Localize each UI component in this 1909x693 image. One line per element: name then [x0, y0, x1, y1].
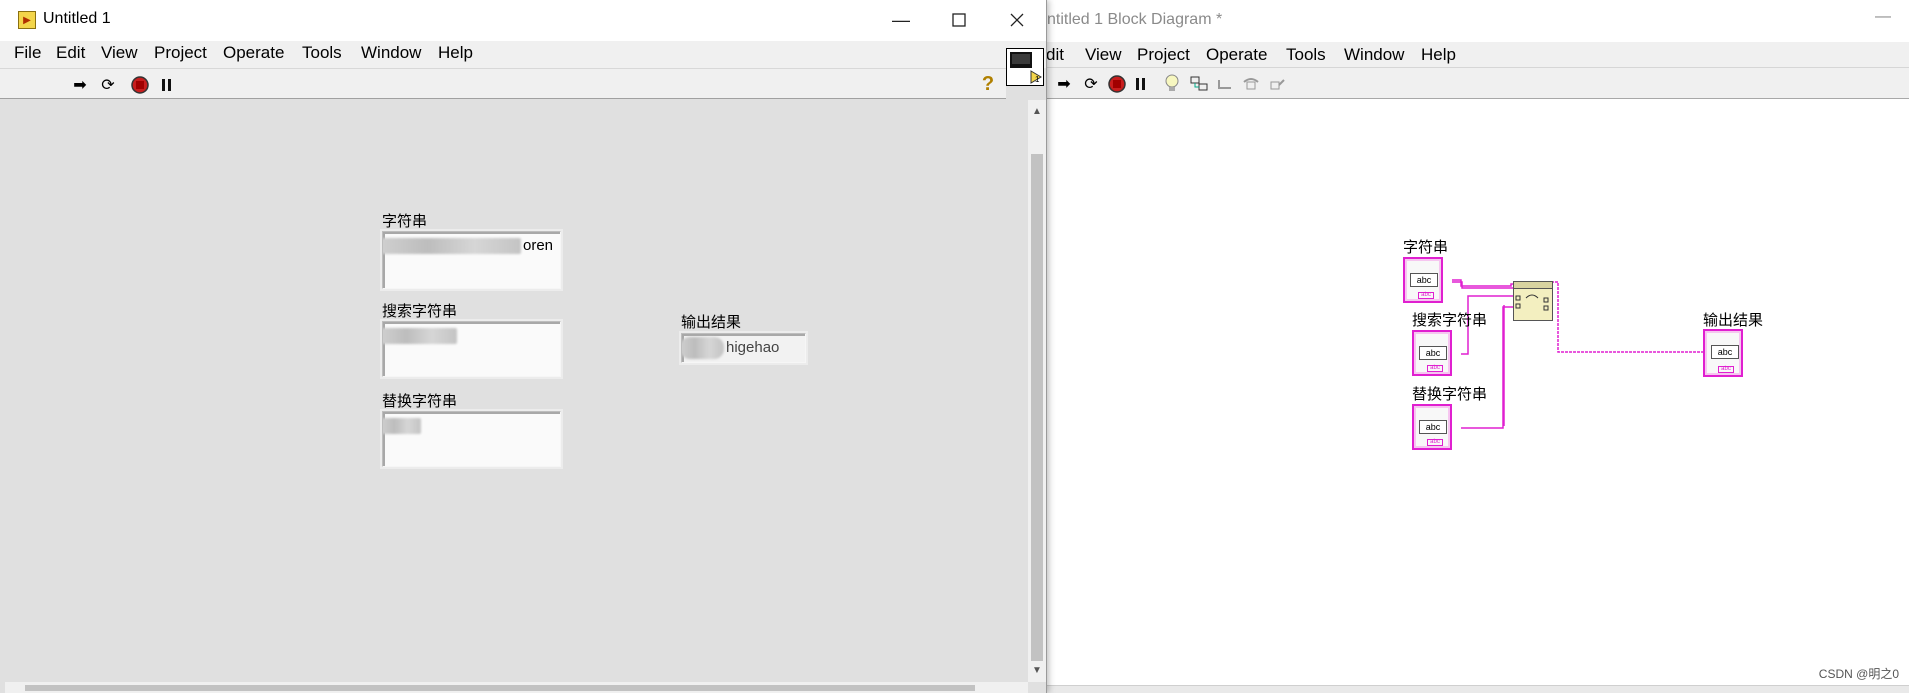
menu-operate[interactable]: Operate — [223, 43, 284, 63]
step-out-icon[interactable] — [1266, 73, 1290, 95]
bd-menu-tools[interactable]: Tools — [1286, 45, 1326, 65]
bd-terminal-foot: abc — [1718, 366, 1734, 373]
bd-menu-view[interactable]: View — [1085, 45, 1122, 65]
bd-terminal-foot: abc — [1418, 292, 1434, 299]
label-replace-string: 替换字符串 — [382, 393, 458, 410]
menu-project[interactable]: Project — [154, 43, 207, 63]
bd-menu-operate[interactable]: Operate — [1206, 45, 1267, 65]
bd-menu-help[interactable]: Help — [1421, 45, 1456, 65]
bd-terminal-foot: abc — [1427, 365, 1443, 372]
bd-label-search-string: 搜索字符串 — [1412, 312, 1488, 329]
bd-minimize-icon[interactable]: — — [1875, 8, 1895, 28]
output-indicator-value: higehao — [726, 339, 780, 356]
maximize-icon[interactable] — [936, 4, 982, 36]
highlight-execution-icon[interactable] — [1160, 72, 1184, 94]
abort-icon[interactable] — [128, 74, 152, 96]
string-control-value: oren — [523, 237, 554, 254]
bd-menu-window[interactable]: Window — [1344, 45, 1404, 65]
step-into-icon[interactable] — [1214, 73, 1238, 95]
bd-terminal-foot: abc — [1427, 439, 1443, 446]
bd-terminal-type: abc — [1419, 420, 1447, 434]
bd-bottom-scrollbar[interactable] — [1041, 685, 1909, 693]
front-panel-canvas[interactable]: 字符串 oren 搜索字符串 替换字符串 输出结果 higehao — [5, 100, 1028, 683]
fp-horizontal-scroll-thumb[interactable] — [25, 685, 975, 691]
menu-window[interactable]: Window — [361, 43, 421, 63]
fp-titlebar[interactable]: ▶ Untitled 1 — — [0, 0, 1046, 41]
menu-tools[interactable]: Tools — [302, 43, 342, 63]
desktop: ntitled 1 Block Diagram * — dit View Pro… — [0, 0, 1909, 693]
bd-toolbar: ➡ ⟳ — [1041, 68, 1909, 99]
bd-terminal-type: abc — [1419, 346, 1447, 360]
label-string: 字符串 — [382, 213, 428, 230]
menu-help[interactable]: Help — [438, 43, 473, 63]
redacted-text — [383, 328, 457, 344]
fp-horizontal-scrollbar[interactable] — [5, 682, 1028, 693]
bd-terminal-string[interactable]: abc abc — [1403, 257, 1443, 303]
menu-edit[interactable]: Edit — [56, 43, 85, 63]
output-indicator: higehao — [681, 333, 806, 363]
vi-connector-icon[interactable]: 1 — [1006, 48, 1044, 86]
string-control[interactable]: oren — [382, 231, 561, 289]
fp-window-title: Untitled 1 — [43, 10, 111, 27]
bd-menu-project[interactable]: Project — [1137, 45, 1190, 65]
bd-window-title: ntitled 1 Block Diagram * — [1047, 11, 1223, 28]
scroll-down-icon[interactable]: ▼ — [1032, 665, 1042, 676]
close-icon[interactable] — [994, 4, 1040, 36]
labview-vi-icon: ▶ — [18, 11, 36, 29]
pause-icon[interactable] — [155, 74, 179, 96]
bd-terminal-replace-string[interactable]: abc abc — [1412, 404, 1452, 450]
bd-terminal-type: abc — [1410, 273, 1438, 287]
search-replace-function-node[interactable] — [1513, 281, 1553, 321]
block-diagram-canvas[interactable]: 字符串 abc abc 搜索字符串 abc abc 替换字符串 abc abc — [1041, 100, 1909, 685]
watermark: CSDN @明之0 — [1818, 667, 1899, 681]
svg-text:1: 1 — [1035, 75, 1040, 84]
scroll-up-icon[interactable]: ▲ — [1032, 106, 1042, 117]
label-output: 输出结果 — [681, 314, 742, 331]
bd-terminal-output[interactable]: abc abc — [1703, 329, 1743, 377]
bd-label-output: 输出结果 — [1703, 312, 1764, 329]
node-glyph-icon — [1515, 294, 1549, 311]
step-over-icon[interactable] — [1240, 73, 1264, 95]
bd-menu-edit[interactable]: dit — [1046, 45, 1064, 65]
run-continuously-icon[interactable]: ⟳ — [96, 74, 120, 96]
label-search-string: 搜索字符串 — [382, 303, 458, 320]
bd-label-string: 字符串 — [1403, 239, 1449, 256]
run-continuously-icon[interactable]: ⟳ — [1079, 73, 1103, 95]
redacted-text — [383, 418, 421, 434]
bd-terminal-type: abc — [1711, 345, 1739, 359]
node-header — [1514, 282, 1552, 289]
pause-icon[interactable] — [1129, 73, 1153, 95]
minimize-icon[interactable]: — — [878, 4, 924, 36]
replace-string-control[interactable] — [382, 411, 561, 467]
search-string-control[interactable] — [382, 321, 561, 377]
bd-label-replace-string: 替换字符串 — [1412, 386, 1488, 403]
fp-vertical-scroll-thumb[interactable] — [1031, 154, 1043, 661]
abort-icon[interactable] — [1105, 73, 1129, 95]
help-icon[interactable]: ? — [976, 73, 1000, 95]
redacted-text — [682, 337, 724, 359]
bd-terminal-search-string[interactable]: abc abc — [1412, 330, 1452, 376]
run-arrow-icon[interactable]: ➡ — [68, 74, 92, 96]
redacted-text — [383, 238, 521, 254]
fp-menubar: File Edit View Project Operate Tools Win… — [0, 41, 1046, 68]
retain-wire-values-icon[interactable] — [1187, 73, 1211, 95]
fp-toolbar: ➡ ⟳ ? — [0, 68, 1006, 99]
menu-view[interactable]: View — [101, 43, 138, 63]
bd-titlebar[interactable]: ntitled 1 Block Diagram * — — [1041, 0, 1909, 42]
run-arrow-icon[interactable]: ➡ — [1052, 73, 1076, 95]
bd-menubar: dit View Project Operate Tools Window He… — [1041, 42, 1909, 68]
front-panel-window[interactable]: ▶ Untitled 1 — File Edit View Project Op… — [0, 0, 1047, 693]
block-diagram-window[interactable]: ntitled 1 Block Diagram * — dit View Pro… — [1040, 0, 1909, 693]
menu-file[interactable]: File — [14, 43, 41, 63]
fp-vertical-scrollbar[interactable]: ▲ ▼ — [1028, 100, 1046, 682]
